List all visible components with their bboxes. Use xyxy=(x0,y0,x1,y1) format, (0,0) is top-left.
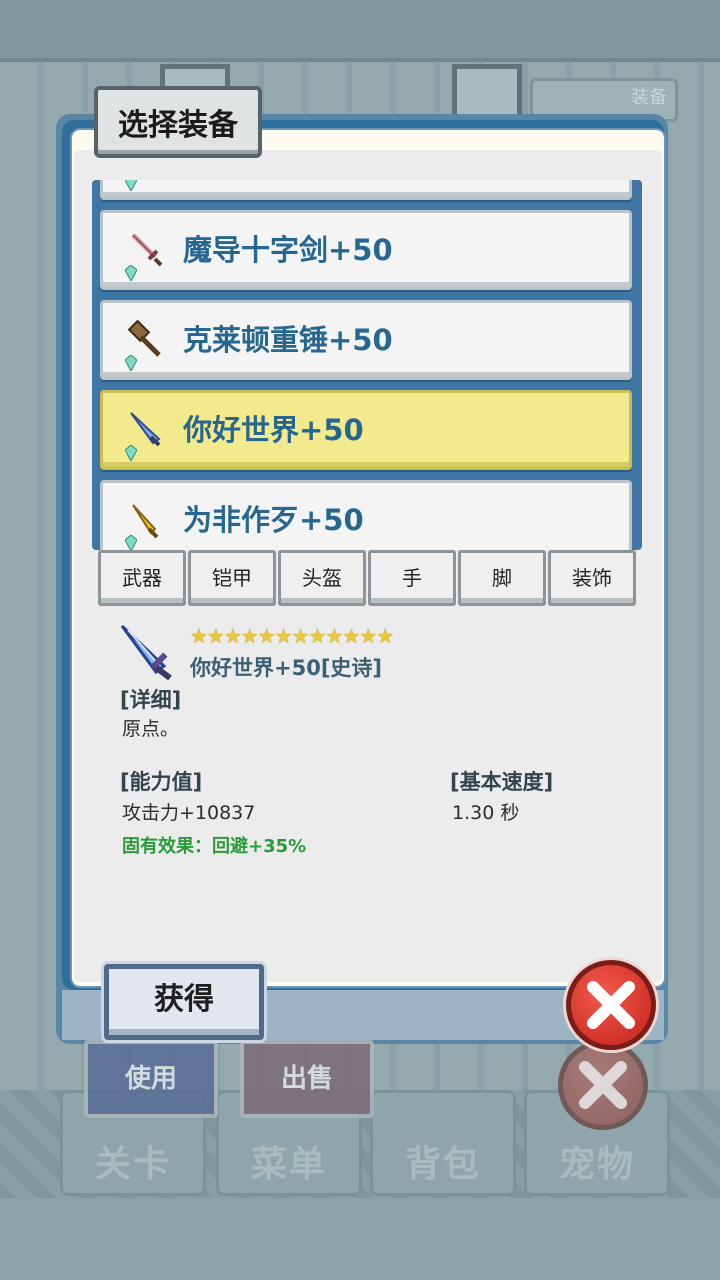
selected-item-icon xyxy=(120,624,172,680)
tab-foot[interactable]: 脚 xyxy=(458,550,546,606)
inherent-effect: 固有效果：回避+35% xyxy=(122,836,307,857)
blue-blade-icon xyxy=(130,412,161,447)
bottom-tab-bag: 背包 xyxy=(370,1090,516,1196)
tab-helmet[interactable]: 头盔 xyxy=(278,550,366,606)
gem-icon xyxy=(125,265,137,281)
background-bottom-strip xyxy=(0,1198,720,1280)
tab-weapon[interactable]: 武器 xyxy=(98,550,186,606)
equipment-item-label: 魔导十字剑+50 xyxy=(183,233,393,267)
background-top-bar xyxy=(0,0,720,62)
close-icon xyxy=(587,981,635,1029)
speed-value: 1.30 秒 xyxy=(452,802,520,824)
equipment-item-label: 克莱顿重锤+50 xyxy=(183,323,393,357)
hammer-icon xyxy=(127,319,161,357)
close-icon xyxy=(579,1061,627,1109)
bottom-tab-label: 宠物 xyxy=(558,1144,635,1185)
tab-armor[interactable]: 铠甲 xyxy=(188,550,276,606)
dialog-title: 选择装备 xyxy=(94,86,262,158)
equipment-item-label: 为非作歹+50 xyxy=(183,503,364,537)
rarity-stars: ★★★★★★★★★★★★ xyxy=(190,624,394,648)
bottom-tab-label: 关卡 xyxy=(94,1144,171,1185)
detail-heading: [详细] xyxy=(120,688,182,712)
background-close-button xyxy=(558,1040,648,1130)
equipment-list[interactable]: 魔导十字剑+50 克莱顿重锤+50 你好世界+50 为非作歹+50 xyxy=(92,180,642,550)
sell-button: 出售 xyxy=(240,1040,374,1118)
tab-accessory[interactable]: 装饰 xyxy=(548,550,636,606)
ability-value: 攻击力+10837 xyxy=(122,802,256,824)
equipment-item-1[interactable]: 魔导十字剑+50 xyxy=(100,210,632,290)
equipment-item-label: 你好世界+50 xyxy=(183,413,364,447)
tab-hand[interactable]: 手 xyxy=(368,550,456,606)
gem-icon xyxy=(125,535,137,550)
ability-heading: [能力值] xyxy=(120,770,203,794)
bottom-tab-label: 菜单 xyxy=(250,1144,327,1185)
equipment-item-4[interactable]: 为非作歹+50 xyxy=(100,480,632,550)
gem-icon xyxy=(125,355,137,371)
detail-text: 原点。 xyxy=(122,718,180,740)
list-item[interactable] xyxy=(100,180,632,200)
speed-heading: [基本速度] xyxy=(450,770,554,794)
gem-icon xyxy=(125,445,137,461)
close-button[interactable] xyxy=(566,960,656,1050)
equipment-item-3-selected[interactable]: 你好世界+50 xyxy=(100,390,632,470)
bottom-tab-label: 背包 xyxy=(404,1144,481,1185)
sword-icon xyxy=(131,233,163,267)
gold-dagger-icon xyxy=(132,504,159,539)
obtain-button[interactable]: 获得 xyxy=(104,964,264,1040)
use-button: 使用 xyxy=(84,1040,218,1118)
gem-icon xyxy=(125,180,137,191)
equipment-item-2[interactable]: 克莱顿重锤+50 xyxy=(100,300,632,380)
item-name: 你好世界+50[史诗] xyxy=(190,656,383,680)
